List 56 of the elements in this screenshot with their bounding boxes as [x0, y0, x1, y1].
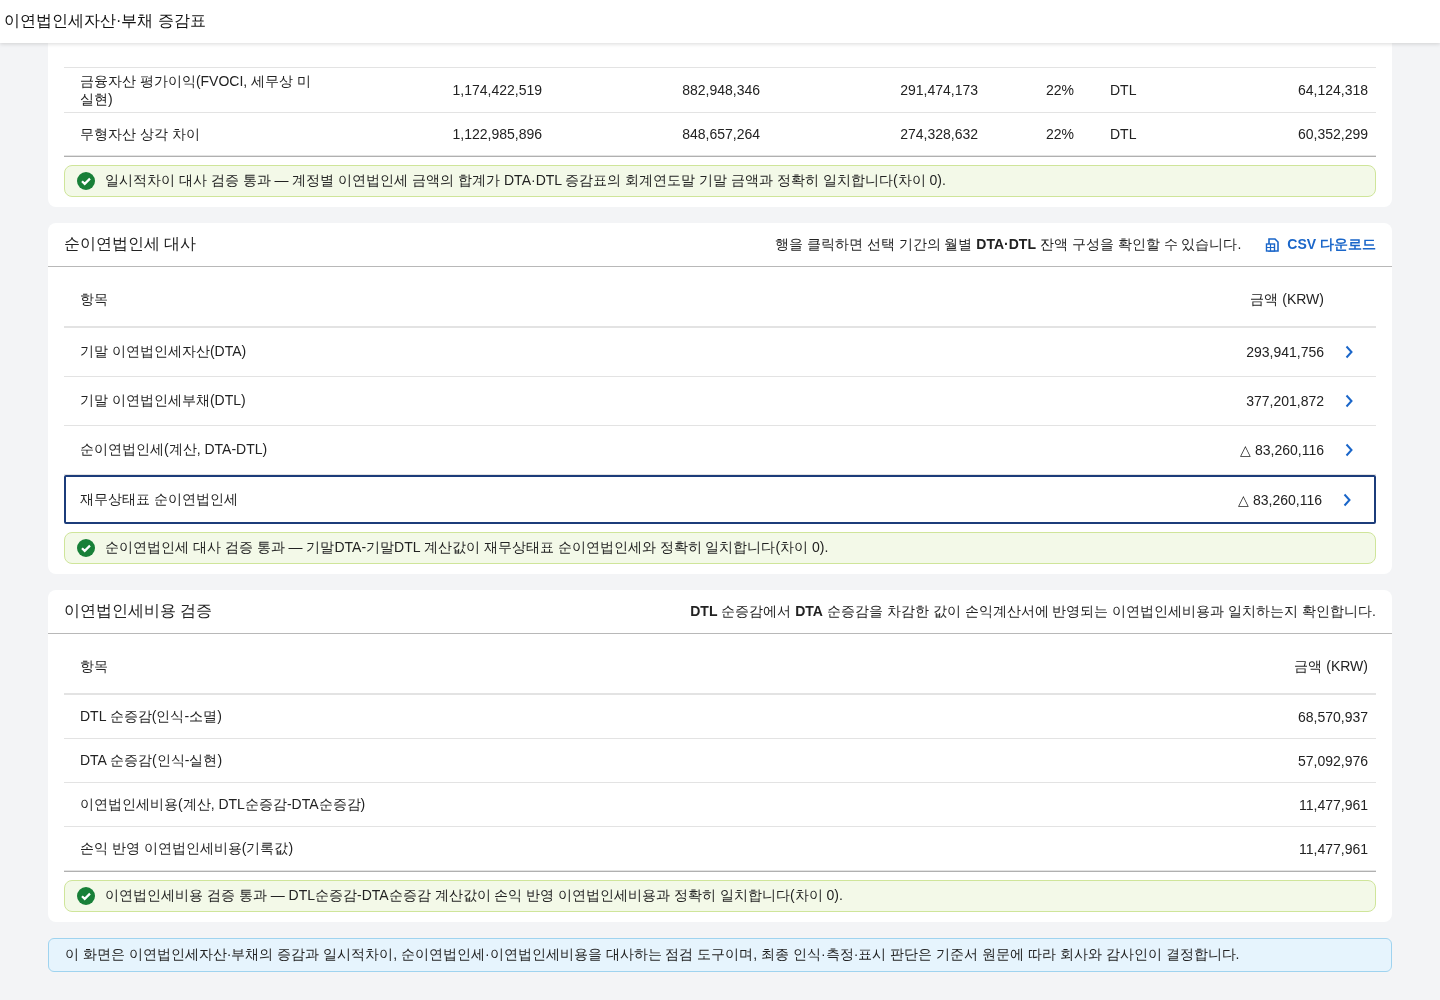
table-cell-text: 1,122,985,896 — [451, 126, 542, 142]
chevron-right-icon — [1344, 345, 1354, 359]
table-cell-text: 기말 이연법인세자산(DTA) — [79, 343, 248, 361]
check-circle-icon — [77, 887, 95, 905]
table-cell-text: 377,201,872 — [1246, 393, 1325, 409]
table-cell-text: DTA 순증감(인식-실현) — [79, 751, 224, 770]
alert-text: 일시적차이 대사 검증 통과 — 계정별 이연법인세 금액의 합계가 DTA·DTL 증감표의 회계연도말 기말 금액과 정확히 일치합니다(차이 0). — [105, 172, 946, 190]
table-row[interactable]: 기말 이연법인세자산(DTA) 293,941,756 — [64, 328, 1376, 377]
table-cell-text: 22% — [1044, 126, 1074, 142]
table-cell-text: 손익 반영 이연법인세비용(기록값) — [79, 839, 295, 858]
chevron-right-icon — [1342, 492, 1352, 507]
table-cell-text: △ 83,260,116 — [1240, 442, 1325, 458]
check-circle-icon — [77, 172, 95, 190]
alert-text: 이연법인세비용 검증 통과 — DTL순증감-DTA순증감 계산값이 손익 반영 이연법인세비용과 정확히 일치합니다(차이 0). — [105, 887, 843, 905]
csv-download-link[interactable]: CSV 다운로드 — [1265, 235, 1376, 254]
table-row[interactable]: 순이연법인세(계산, DTA-DTL) △ 83,260,116 — [64, 426, 1376, 475]
table-cell-text: 68,570,937 — [1297, 708, 1369, 725]
column-header: 금액 (KRW) — [1294, 657, 1369, 676]
section-title: 이연법인세비용 검증 — [64, 601, 214, 621]
table-cell-text: 293,941,756 — [1246, 344, 1325, 360]
section-title: 순이연법인세 대사 — [64, 234, 198, 254]
hint-text: 행을 클릭하면 선택 기간의 월별 DTA·DTL 잔액 구성을 확인할 수 있습니다. — [774, 235, 1242, 254]
hint-text: DTL 순증감에서 DTA 순증감을 차감한 값이 손익계산서에 반영되는 이연법인세비용과 일치하는지 확인합니다. — [690, 602, 1376, 621]
table-cell-text: DTL — [1109, 82, 1138, 98]
page-title: 이연법인세자산·부채 증감표 — [4, 11, 206, 31]
table-cell-text: 57,092,976 — [1297, 752, 1369, 769]
table-cell-text: 무형자산 상각 차이 — [79, 125, 201, 143]
table-cell-text: 1,174,422,519 — [451, 82, 542, 98]
table-cell-text: 22% — [1044, 82, 1074, 98]
table-cell-text: 11,477,961 — [1298, 840, 1369, 857]
table-cell-text: 274,328,632 — [899, 126, 978, 142]
table-cell-text: DTL 순증감(인식-소멸) — [79, 707, 223, 726]
column-header: 금액 (KRW) — [1250, 290, 1325, 309]
table-cell-text: 60,352,299 — [1296, 126, 1369, 142]
table-cell-text: 기말 이연법인세부채(DTL) — [79, 392, 247, 410]
table-cell-text: 882,948,346 — [681, 82, 760, 98]
table-cell-text: 금융자산 평가이익(FVOCI, 세무상 미실현) — [79, 72, 312, 108]
table-cell-text: 848,657,264 — [681, 126, 760, 142]
column-header: 항목 — [79, 657, 109, 676]
table-row[interactable]: 기말 이연법인세부채(DTL) 377,201,872 — [64, 377, 1376, 426]
info-note: 이 화면은 이연법인세자산·부채의 증감과 일시적차이, 순이연법인세·이연법인세비용을 대사하는 점검 도구이며, 최종 인식·측정·표시 판단은 기준서 원문에 따라 회사와 감사인이 결정합니다. — [48, 938, 1392, 972]
table-cell-text: 64,124,318 — [1296, 82, 1369, 98]
spreadsheet-file-icon — [1265, 236, 1282, 253]
check-circle-icon — [77, 539, 95, 557]
table-cell-text: 순이연법인세(계산, DTA-DTL) — [79, 441, 269, 459]
column-header: 항목 — [79, 290, 109, 309]
chevron-right-icon — [1344, 443, 1354, 457]
table-row[interactable]: 재무상태표 순이연법인세 △ 83,260,116 — [64, 475, 1376, 524]
alert-text: 순이연법인세 대사 검증 통과 — 기말DTA-기말DTL 계산값이 재무상태표 순이연법인세와 정확히 일치합니다(차이 0). — [105, 539, 829, 557]
table-cell-text: DTL — [1109, 126, 1138, 142]
table-cell-text: △ 83,260,116 — [1238, 491, 1323, 508]
chevron-right-icon — [1344, 394, 1354, 408]
table-cell-text: 이연법인세비용(계산, DTL순증감-DTA순증감) — [79, 795, 367, 814]
table-cell-text: 재무상태표 순이연법인세 — [79, 490, 239, 509]
table-cell-text: 291,474,173 — [899, 82, 978, 98]
table-cell-text: 11,477,961 — [1298, 796, 1369, 813]
